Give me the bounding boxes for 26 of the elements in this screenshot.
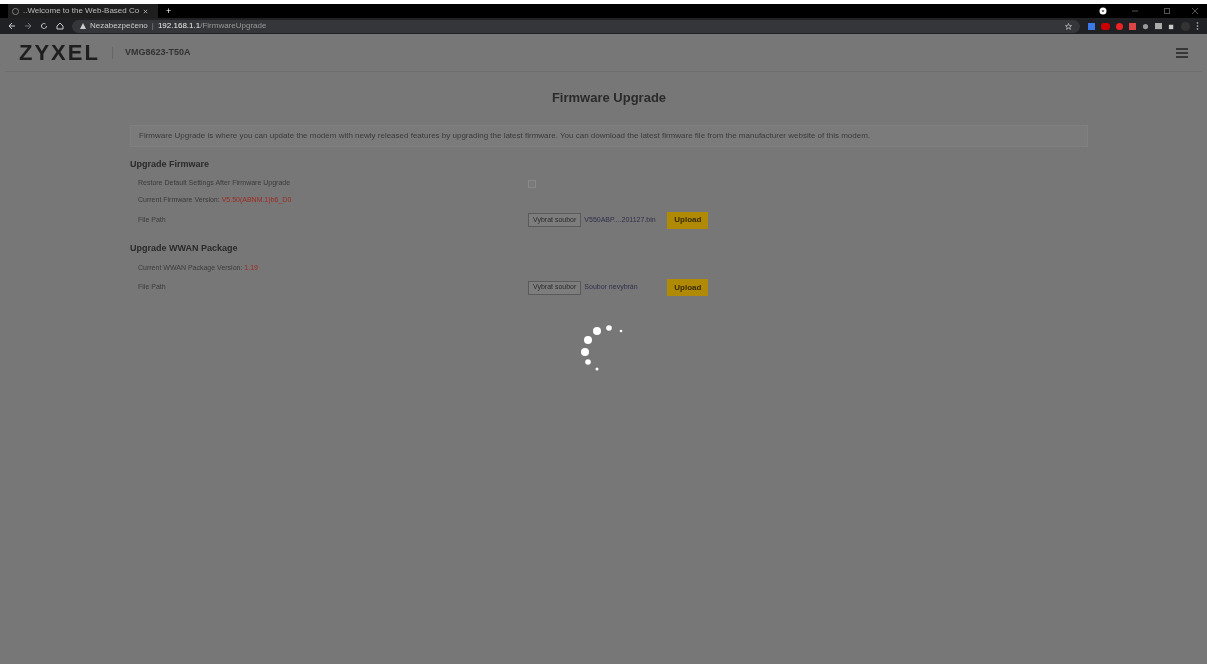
warning-icon: [80, 23, 86, 29]
star-icon[interactable]: [1065, 22, 1072, 30]
tab-title: ..Welcome to the Web-Based Co: [23, 5, 140, 17]
reload-icon[interactable]: [40, 22, 48, 30]
menu-icon[interactable]: [1176, 47, 1188, 58]
home-icon[interactable]: [56, 22, 64, 30]
browser-tab[interactable]: ..Welcome to the Web-Based Co: [8, 4, 158, 18]
new-tab-button[interactable]: +: [166, 6, 172, 16]
menu-icon[interactable]: [1196, 22, 1199, 30]
logo: ZYXEL: [19, 39, 100, 67]
security-label: Nezabezpečeno: [90, 20, 148, 32]
globe-icon: [12, 7, 19, 15]
page-title: Firmware Upgrade: [550, 89, 668, 107]
address-bar[interactable]: Nezabezpečeno | 192.168.1.1/FirmwareUpgrade: [72, 19, 1080, 33]
model-name: VMG8623-T50A: [124, 45, 191, 59]
close-icon[interactable]: [143, 8, 149, 14]
profile-icon[interactable]: [1099, 7, 1107, 15]
separator: |: [151, 20, 154, 32]
forward-icon[interactable]: [24, 22, 32, 30]
back-icon[interactable]: [8, 22, 16, 30]
upload-button[interactable]: Upload: [667, 211, 709, 229]
maximize-icon[interactable]: [1163, 7, 1171, 15]
section-heading: Upgrade Firmware: [130, 157, 211, 171]
section-heading: Upgrade WWAN Package: [130, 242, 239, 255]
url-text: 192.168.1.1/FirmwareUpgrade: [157, 20, 267, 32]
upload-button[interactable]: Upload: [667, 279, 709, 296]
